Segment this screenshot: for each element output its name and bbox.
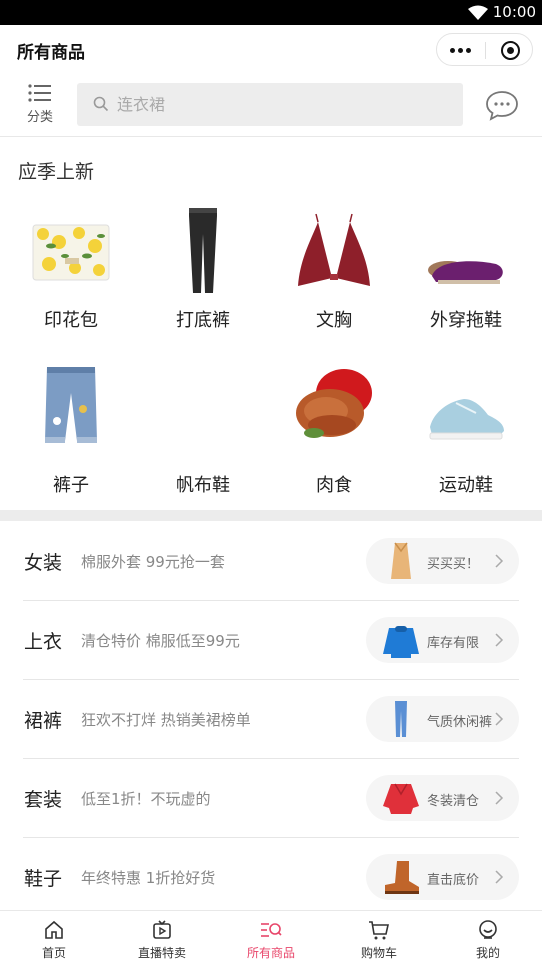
bottom-tab-bar: 首页 直播特卖 所有商品 购物车 我的 [0, 910, 542, 964]
grid-item-canvas-shoe[interactable]: 帆布鞋 [137, 363, 269, 513]
close-mini-program-icon[interactable] [501, 41, 520, 60]
grid-item-label: 肉食 [316, 475, 352, 496]
category-promo-pill[interactable]: 买买买！ [366, 538, 519, 584]
promo-text: 库存有限 [427, 636, 480, 651]
category-name: 鞋子 [24, 868, 63, 890]
category-promo-pill[interactable]: 直击底价 [366, 854, 519, 900]
status-bar: 10:00 [0, 0, 542, 25]
chevron-right-icon [495, 633, 504, 647]
grid-item-meat[interactable]: 肉食 [268, 363, 400, 513]
tab-home[interactable]: 首页 [0, 911, 108, 964]
black-leggings-image [189, 208, 217, 293]
category-desc: 清仓特价 棉服低至99元 [81, 632, 240, 650]
live-icon [153, 920, 171, 939]
blue-sneaker-image [429, 399, 504, 440]
category-desc: 棉服外套 99元抢一套 [81, 553, 225, 571]
grid-item-label: 外穿拖鞋 [430, 310, 502, 331]
tab-live-sale[interactable]: 直播特卖 [108, 911, 216, 964]
category-name: 女装 [24, 552, 63, 574]
chat-icon[interactable] [485, 89, 519, 121]
tab-label: 所有商品 [246, 946, 295, 960]
blue-jacket-image [383, 626, 419, 658]
search-input[interactable] [117, 83, 447, 126]
section-divider [0, 510, 542, 521]
search-box[interactable] [77, 83, 463, 126]
status-time: 10:00 [492, 3, 536, 21]
tab-label: 首页 [41, 946, 66, 960]
chevron-right-icon [495, 870, 504, 884]
tab-cart[interactable]: 购物车 [325, 911, 433, 964]
tab-label: 我的 [475, 946, 500, 960]
category-row-sets[interactable]: 套装 低至1折！不玩虚的 冬装清仓 [0, 758, 542, 838]
category-promo-pill[interactable]: 气质休闲裤 [366, 696, 519, 742]
category-row-tops[interactable]: 上衣 清仓特价 棉服低至99元 库存有限 [0, 600, 542, 680]
lemon-print-bag-image [32, 224, 110, 281]
purple-fur-slipper-image [428, 261, 503, 284]
jeans-image [395, 701, 407, 737]
category-name: 套装 [24, 789, 63, 811]
category-promo-pill[interactable]: 冬装清仓 [366, 775, 519, 821]
kids-jeans-image [45, 367, 97, 443]
tab-all-products[interactable]: 所有商品 [217, 911, 325, 964]
category-label: 分类 [26, 110, 53, 125]
promo-text: 直击底价 [427, 873, 480, 888]
home-icon [45, 920, 63, 939]
category-name: 上衣 [24, 631, 63, 653]
grid-item-leggings[interactable]: 打底裤 [137, 198, 269, 348]
wifi-icon [468, 5, 488, 20]
grid-item-slipper[interactable]: 外穿拖鞋 [400, 198, 532, 348]
tab-label: 直播特卖 [137, 946, 186, 960]
grid-item-print-bag[interactable]: 印花包 [5, 198, 137, 348]
search-row: 分类 [0, 75, 542, 137]
tab-label: 购物车 [360, 946, 397, 960]
red-blouse-image [383, 783, 419, 814]
brown-boot-image [385, 861, 419, 894]
chevron-right-icon [495, 554, 504, 568]
category-name: 裙裤 [24, 710, 63, 732]
category-desc: 狂欢不打烊 热销美裙榜单 [81, 711, 251, 729]
category-row-women[interactable]: 女装 棉服外套 99元抢一套 买买买！ [0, 521, 542, 601]
camel-coat-image [391, 542, 411, 579]
category-promo-pill[interactable]: 库存有限 [366, 617, 519, 663]
grid-item-bra[interactable]: 文胸 [268, 198, 400, 348]
category-desc: 年终特惠 1折抢好货 [81, 869, 216, 887]
grid-item-label: 运动鞋 [439, 475, 493, 496]
promo-text: 冬装清仓 [427, 794, 480, 809]
title-bar: 所有商品 [0, 25, 542, 75]
promo-text: 买买买！ [427, 557, 480, 572]
promo-text: 气质休闲裤 [427, 715, 493, 730]
grid-item-label: 文胸 [316, 310, 352, 331]
capsule-divider [485, 42, 486, 59]
mini-program-capsule [436, 33, 533, 66]
page-title: 所有商品 [17, 43, 85, 63]
red-bra-image [298, 213, 370, 286]
tab-profile[interactable]: 我的 [434, 911, 542, 964]
list-icon [28, 84, 51, 102]
category-row-skirts-pants[interactable]: 裙裤 狂欢不打烊 热销美裙榜单 气质休闲裤 [0, 679, 542, 759]
grid-item-sneaker[interactable]: 运动鞋 [400, 363, 532, 513]
category-row-shoes[interactable]: 鞋子 年终特惠 1折抢好货 直击底价 [0, 837, 542, 917]
grid-item-pants[interactable]: 裤子 [5, 363, 137, 513]
cart-icon [369, 921, 389, 940]
chevron-right-icon [495, 712, 504, 726]
canvas-shoe-image [163, 363, 243, 463]
grid-item-label: 打底裤 [176, 310, 230, 331]
grid-item-label: 裤子 [53, 475, 89, 496]
grid-item-label: 帆布鞋 [176, 475, 230, 496]
search-icon [93, 96, 109, 112]
more-options-icon[interactable] [450, 48, 472, 54]
braised-meat-image [296, 369, 372, 438]
chevron-right-icon [495, 791, 504, 805]
section-title: 应季上新 [18, 161, 95, 183]
category-button[interactable]: 分类 [18, 83, 62, 131]
all-products-icon [261, 923, 282, 937]
profile-icon [479, 920, 497, 939]
category-desc: 低至1折！不玩虚的 [81, 790, 211, 808]
grid-item-label: 印花包 [44, 310, 98, 331]
